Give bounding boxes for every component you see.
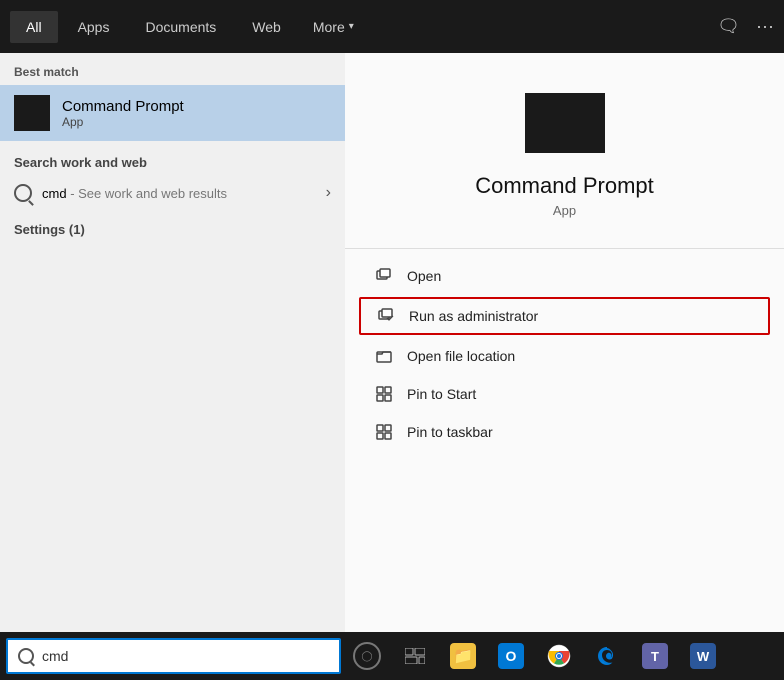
more-options-icon[interactable]: ··· xyxy=(756,16,774,37)
nav-tab-web[interactable]: Web xyxy=(236,11,297,43)
top-nav: All Apps Documents Web More ▾ 🗨 ··· xyxy=(0,0,784,53)
action-open-file-location-label: Open file location xyxy=(407,348,515,364)
taskbar-chrome[interactable] xyxy=(537,634,581,678)
taskbar-search-text: cmd xyxy=(42,648,68,664)
taskbar-teams[interactable]: T xyxy=(633,634,677,678)
nav-right-icons: 🗨 ··· xyxy=(717,16,774,37)
search-icon xyxy=(14,184,32,202)
app-preview-name: Command Prompt xyxy=(475,173,654,199)
open-icon xyxy=(375,267,393,285)
word-icon: W xyxy=(690,643,716,669)
taskbar-outlook[interactable]: O xyxy=(489,634,533,678)
action-pin-to-taskbar-label: Pin to taskbar xyxy=(407,424,493,440)
taskbar-file-explorer[interactable]: 📁 xyxy=(441,634,485,678)
taskbar: cmd ◯ 📁 O xyxy=(0,632,784,680)
action-run-as-admin-wrapper: Run as administrator xyxy=(359,297,770,335)
run-as-admin-icon xyxy=(377,307,395,325)
action-list: Open Run as administrator xyxy=(345,249,784,459)
cortana-circle: ◯ xyxy=(353,642,381,670)
action-pin-to-start-label: Pin to Start xyxy=(407,386,476,402)
teams-icon: T xyxy=(642,643,668,669)
cortana-icon: ◯ xyxy=(361,651,372,662)
taskbar-search[interactable]: cmd xyxy=(6,638,341,674)
app-preview-type: App xyxy=(553,203,576,218)
left-panel: Best match Command Prompt App Search wor… xyxy=(0,53,345,632)
taskbar-word[interactable]: W xyxy=(681,634,725,678)
app-type: App xyxy=(62,115,184,129)
feedback-icon[interactable]: 🗨 xyxy=(717,16,740,37)
chevron-down-icon: ▾ xyxy=(349,21,354,32)
search-cmd-text: cmd - See work and web results xyxy=(42,186,227,201)
action-pin-to-start[interactable]: Pin to Start xyxy=(345,375,784,413)
search-query: cmd xyxy=(42,186,67,201)
search-cmd-row[interactable]: cmd - See work and web results › xyxy=(0,178,345,208)
settings-section-label: Settings (1) xyxy=(0,208,345,245)
file-location-icon xyxy=(375,347,393,365)
nav-tab-apps[interactable]: Apps xyxy=(62,11,126,43)
taskbar-search-icon xyxy=(18,648,34,664)
search-work-label: Search work and web xyxy=(0,141,345,178)
best-match-item[interactable]: Command Prompt App xyxy=(0,85,345,141)
outlook-icon: O xyxy=(498,643,524,669)
chrome-icon xyxy=(546,643,572,669)
app-icon-cmd xyxy=(14,95,50,131)
action-open-file-location[interactable]: Open file location xyxy=(345,337,784,375)
best-match-label: Best match xyxy=(0,53,345,85)
nav-tab-all[interactable]: All xyxy=(10,11,58,43)
nav-tab-more[interactable]: More ▾ xyxy=(301,11,366,43)
app-preview-icon xyxy=(525,93,605,153)
arrow-right-icon: › xyxy=(326,184,331,202)
action-open[interactable]: Open xyxy=(345,257,784,295)
app-name: Command Prompt xyxy=(62,98,184,115)
main-content: Best match Command Prompt App Search wor… xyxy=(0,53,784,632)
file-explorer-icon: 📁 xyxy=(450,643,476,669)
task-view-button[interactable] xyxy=(393,634,437,678)
action-pin-to-taskbar[interactable]: Pin to taskbar xyxy=(345,413,784,451)
edge-icon xyxy=(594,643,620,669)
action-run-as-admin-label: Run as administrator xyxy=(409,308,538,324)
pin-start-icon xyxy=(375,385,393,403)
taskbar-edge[interactable] xyxy=(585,634,629,678)
search-cmd-left: cmd - See work and web results xyxy=(14,184,227,202)
cortana-button[interactable]: ◯ xyxy=(345,634,389,678)
action-run-as-admin[interactable]: Run as administrator xyxy=(361,299,768,333)
action-open-label: Open xyxy=(407,268,441,284)
search-cmd-sub: - See work and web results xyxy=(70,186,227,201)
task-view-icon xyxy=(405,648,425,664)
pin-taskbar-icon xyxy=(375,423,393,441)
app-info: Command Prompt App xyxy=(62,98,184,129)
nav-tab-documents[interactable]: Documents xyxy=(129,11,232,43)
right-panel: Command Prompt App Open xyxy=(345,53,784,632)
